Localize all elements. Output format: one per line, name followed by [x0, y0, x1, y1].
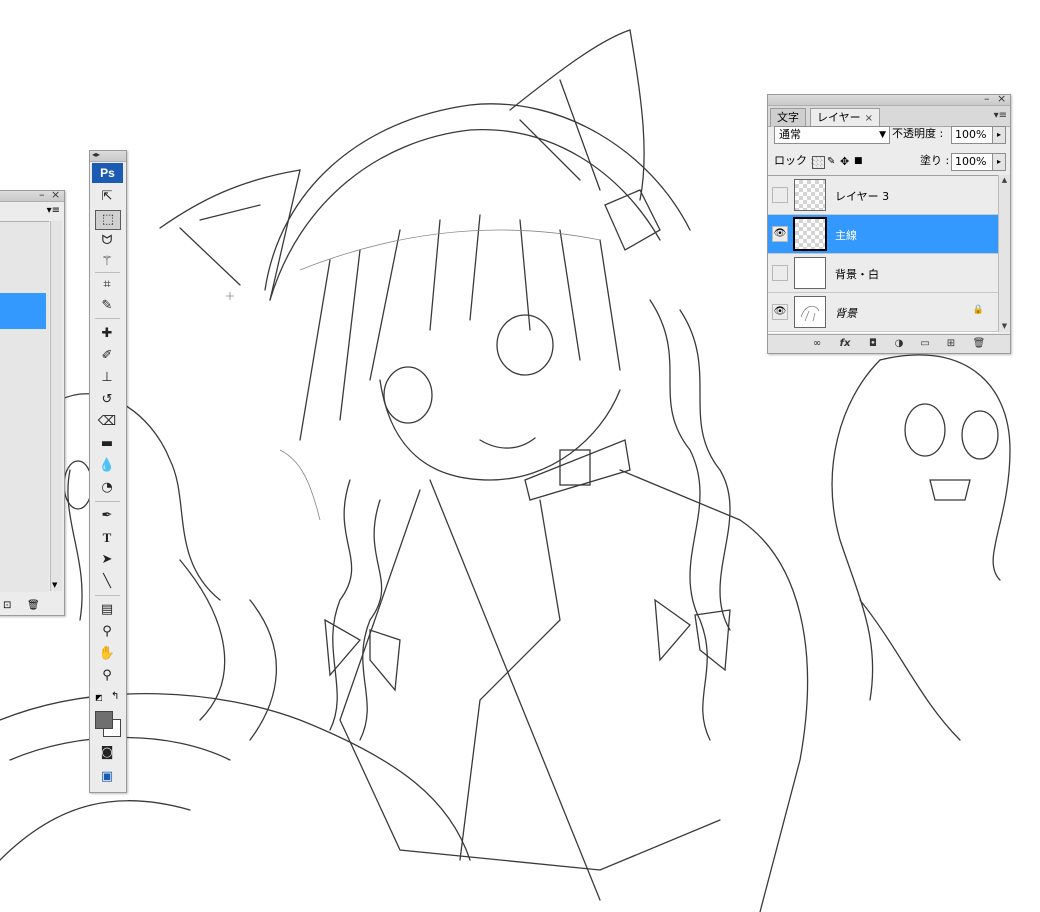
blur-tool-icon[interactable]: 💧 — [95, 456, 119, 476]
blend-mode-select[interactable]: 通常 ▼ — [774, 126, 890, 144]
opacity-label: 不透明度 : — [892, 127, 944, 140]
layer-name: 背景 — [835, 307, 857, 320]
layer-list: レイヤー 3 👁 主線 背景・白 👁 背景 🔒 — [768, 175, 998, 333]
visibility-toggle[interactable] — [772, 265, 788, 281]
lock-pixels-icon[interactable]: ✎ — [827, 156, 838, 167]
dodge-tool-icon[interactable]: ◔ — [95, 478, 119, 498]
scroll-down-icon[interactable]: ▼ — [999, 321, 1010, 332]
lock-transparency-icon[interactable] — [812, 156, 825, 169]
clone-stamp-icon[interactable]: ⊥ — [95, 368, 119, 388]
panel-menu-icon[interactable]: ▾≡ — [994, 110, 1007, 121]
mask-icon[interactable]: ◘ — [866, 337, 880, 351]
swap-colors-icon[interactable]: ↰ — [111, 691, 119, 702]
new-layer-icon[interactable]: ⊞ — [944, 337, 958, 351]
visibility-toggle[interactable] — [772, 187, 788, 203]
slice-tool-icon[interactable]: ✎ — [95, 296, 119, 316]
foreground-color-swatch[interactable] — [95, 711, 113, 729]
photoshop-logo: Ps — [92, 163, 123, 183]
panel-menu-icon[interactable]: ▾≡ — [47, 205, 60, 216]
layer-row[interactable]: 背景・白 — [768, 254, 998, 293]
tools-panel: ◂▸ Ps ⇱ ⬚ ᗢ ⚚ ⌗ ✎ ✚ ✐ ⊥ ↺ ⌫ ▬ 💧 ◔ ✒ T ➤ … — [89, 150, 127, 793]
history-list — [0, 221, 49, 592]
panel-titlebar[interactable]: – × — [0, 189, 64, 202]
layer-thumbnail — [793, 217, 827, 251]
layer-row[interactable]: 👁 背景 🔒 — [768, 293, 998, 332]
group-folder-icon[interactable]: ▭ — [918, 337, 932, 351]
fx-icon[interactable]: fx — [838, 337, 852, 351]
history-scrollbar[interactable]: ▼ — [50, 221, 62, 591]
layer-name: 背景・白 — [835, 268, 879, 281]
trash-icon[interactable]: 🗑 — [972, 337, 986, 351]
panel-tabs: 文字 レイヤー × ▾≡ — [768, 106, 1010, 128]
history-selected-item[interactable] — [0, 293, 46, 329]
history-panel: – × ▾≡ ▼ ⊡ 🗑 — [0, 189, 65, 616]
layer-thumbnail — [794, 296, 826, 328]
fill-slider-arrow-icon[interactable]: ▸ — [992, 153, 1006, 171]
zoom-tool-icon[interactable]: ⚲ — [95, 666, 119, 686]
fill-input[interactable]: 100% — [951, 153, 996, 171]
move-tool-icon[interactable]: ⇱ — [95, 187, 119, 207]
scroll-up-icon[interactable]: ▲ — [999, 175, 1010, 186]
lock-label: ロック : — [774, 154, 815, 167]
opacity-slider-arrow-icon[interactable]: ▸ — [992, 126, 1006, 144]
lasso-tool-icon[interactable]: ᗢ — [95, 231, 119, 251]
crop-tool-icon[interactable]: ⌗ — [95, 275, 119, 295]
expand-icon[interactable]: ◂▸ — [92, 149, 100, 161]
type-tool-icon[interactable]: T — [95, 528, 119, 548]
layer-row[interactable]: レイヤー 3 — [768, 176, 998, 215]
layer-thumbnail — [794, 257, 826, 289]
adjustment-icon[interactable]: ◑ — [892, 337, 906, 351]
lock-all-icon[interactable]: ■ — [854, 156, 865, 167]
chevron-down-icon: ▼ — [879, 130, 886, 140]
screen-mode-icon[interactable]: ▣ — [95, 767, 119, 787]
layer-thumbnail — [794, 179, 826, 211]
close-icon[interactable]: × — [51, 189, 60, 201]
layer-name: レイヤー 3 — [835, 190, 890, 203]
fill-label: 塗り : — [920, 154, 950, 167]
tab-text[interactable]: 文字 — [770, 108, 806, 127]
trash-icon[interactable]: 🗑 — [27, 600, 40, 611]
layers-bottom-bar: ∞ fx ◘ ◑ ▭ ⊞ 🗑 — [768, 334, 1010, 353]
collapse-icon[interactable]: – — [984, 93, 990, 105]
tab-close-icon[interactable]: × — [865, 113, 873, 124]
gradient-tool-icon[interactable]: ▬ — [95, 434, 119, 454]
layer-row-selected[interactable]: 👁 主線 — [768, 215, 998, 254]
pen-tool-icon[interactable]: ✒ — [95, 506, 119, 526]
eraser-tool-icon[interactable]: ⌫ — [95, 412, 119, 432]
default-colors-icon[interactable]: ◩ — [95, 693, 103, 702]
opacity-input[interactable]: 100% — [951, 126, 996, 144]
notes-tool-icon[interactable]: ▤ — [95, 600, 119, 620]
new-snapshot-icon[interactable]: ⊡ — [3, 600, 11, 611]
quick-mask-icon[interactable]: ◙ — [95, 743, 119, 763]
magic-wand-tool-icon[interactable]: ⚚ — [95, 252, 119, 272]
line-tool-icon[interactable]: ╲ — [95, 572, 119, 592]
layers-panel: – × 文字 レイヤー × ▾≡ 通常 ▼ 不透明度 : 100% ▸ ロック : … — [767, 93, 1011, 354]
brush-tool-icon[interactable]: ✐ — [95, 346, 119, 366]
tools-titlebar[interactable]: ◂▸ — [90, 149, 126, 162]
healing-brush-icon[interactable]: ✚ — [95, 324, 119, 344]
blend-row: 通常 ▼ 不透明度 : 100% ▸ — [768, 126, 1010, 148]
history-brush-icon[interactable]: ↺ — [95, 390, 119, 410]
scroll-down-icon[interactable]: ▼ — [52, 581, 57, 589]
eyedropper-tool-icon[interactable]: ⚲ — [95, 622, 119, 642]
layer-scrollbar[interactable]: ▲ ▼ — [998, 175, 1010, 332]
tab-layers[interactable]: レイヤー × — [810, 108, 881, 128]
lock-icon: 🔒 — [972, 305, 984, 315]
link-icon[interactable]: ∞ — [810, 337, 824, 351]
hand-tool-icon[interactable]: ✋ — [95, 644, 119, 664]
layer-name: 主線 — [835, 229, 857, 242]
eye-icon[interactable]: 👁 — [772, 226, 788, 242]
close-icon[interactable]: × — [997, 93, 1006, 105]
path-select-icon[interactable]: ➤ — [95, 550, 119, 570]
collapse-icon[interactable]: – — [39, 189, 45, 201]
layers-titlebar[interactable]: – × — [768, 93, 1010, 106]
lock-row: ロック : ✎ ✥ ■ 塗り : 100% ▸ — [768, 153, 1010, 175]
lock-position-icon[interactable]: ✥ — [840, 156, 851, 167]
marquee-tool-icon[interactable]: ⬚ — [95, 210, 121, 230]
eye-icon[interactable]: 👁 — [772, 304, 788, 320]
